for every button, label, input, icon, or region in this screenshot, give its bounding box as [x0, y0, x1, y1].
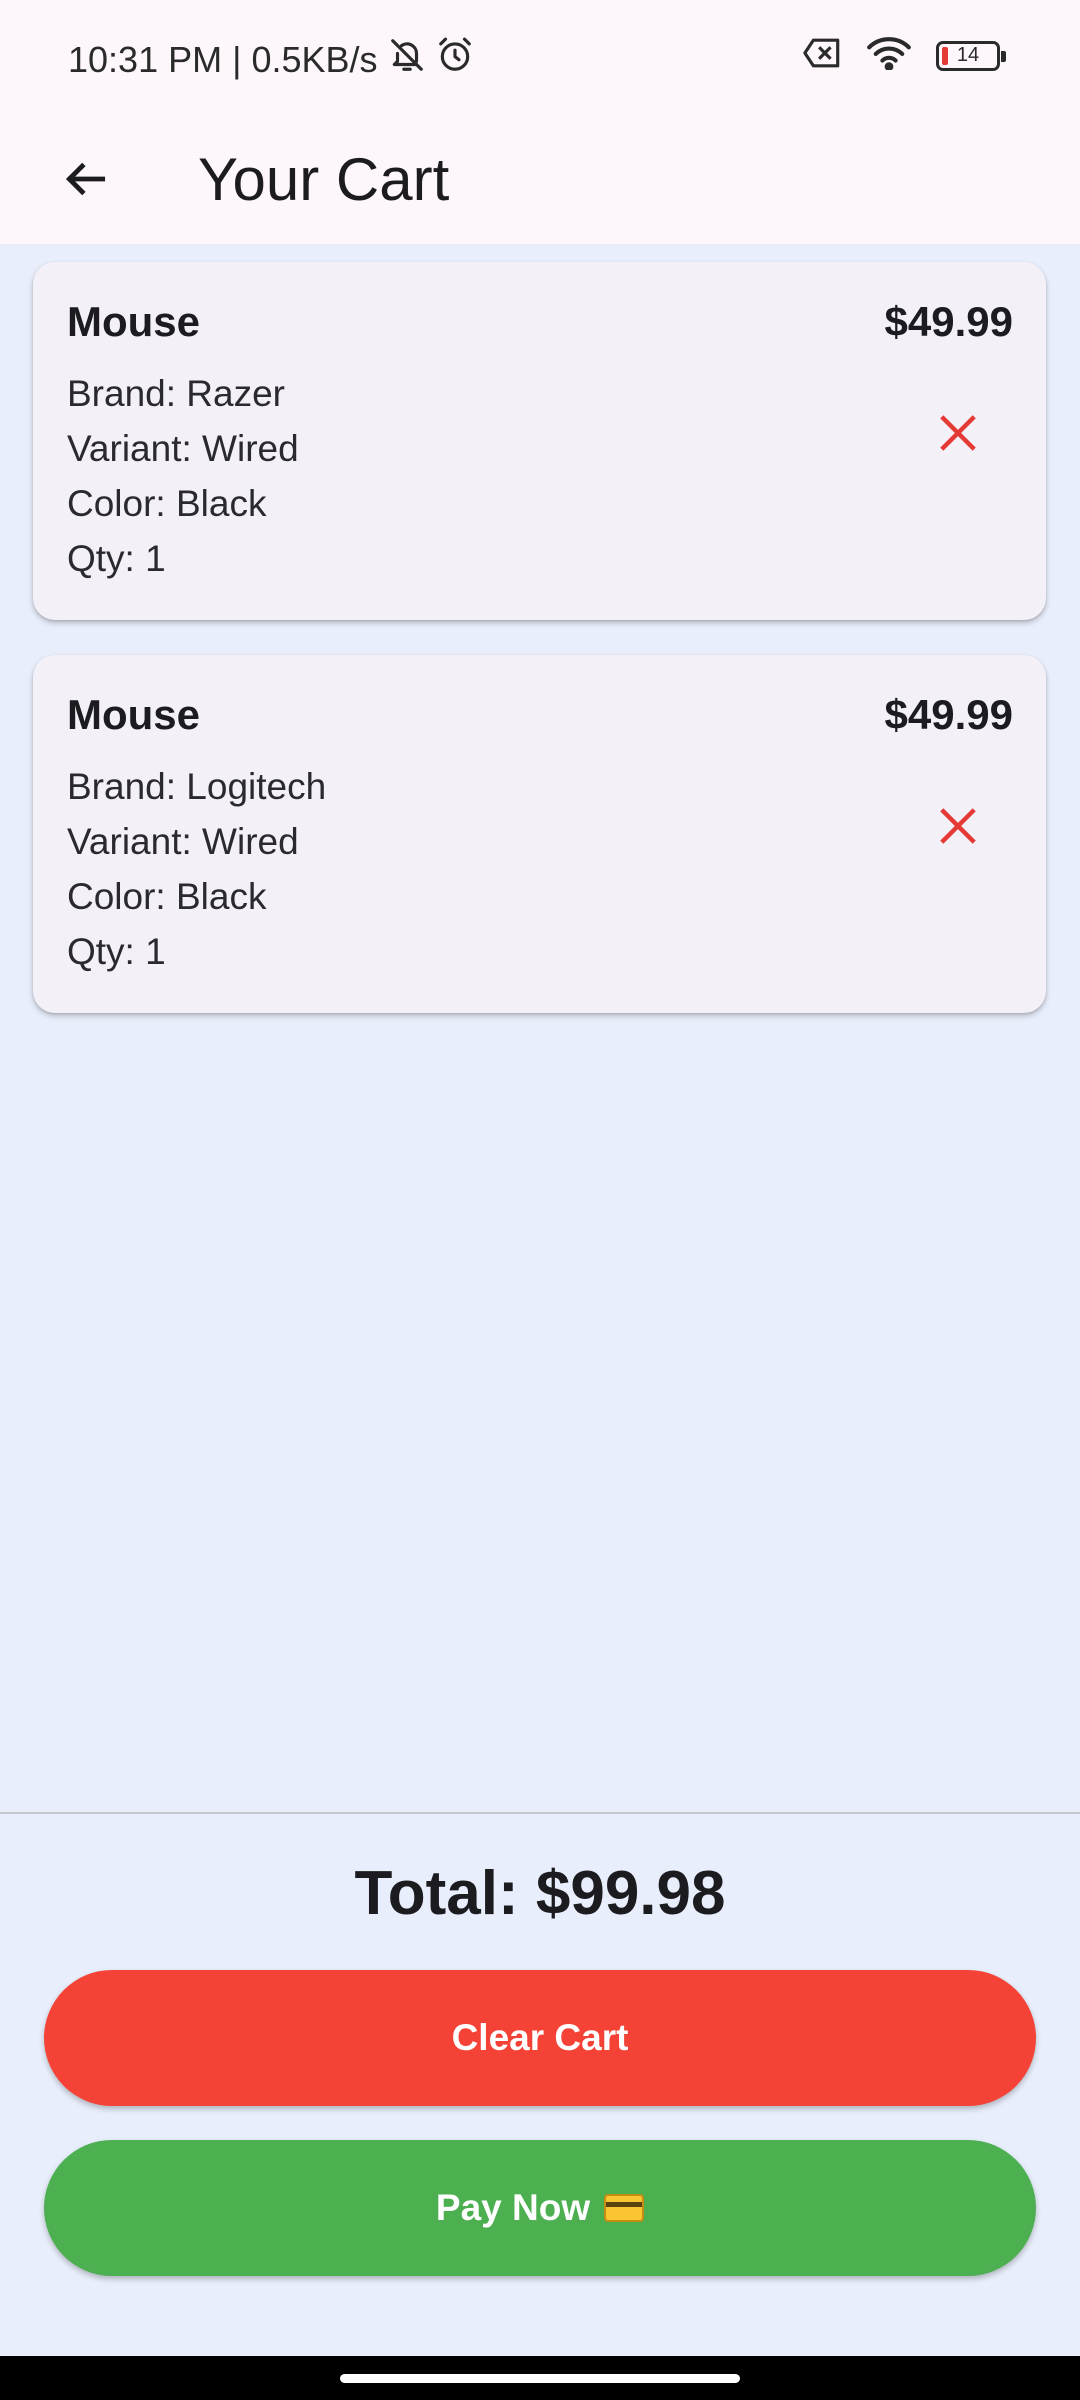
alarm-icon: [436, 36, 474, 83]
item-name: Mouse: [67, 298, 201, 345]
status-time-network: 10:31 PM | 0.5KB/s: [68, 38, 378, 80]
item-qty: Qty: 1: [67, 538, 166, 579]
item-price: $49.99: [884, 691, 1013, 738]
cart-total: Total: $99.98: [354, 1859, 726, 1928]
item-color: Color: Black: [67, 876, 267, 917]
close-icon: [936, 804, 980, 853]
wifi-icon: [866, 36, 912, 75]
bell-off-icon: [388, 36, 426, 83]
divider: [0, 1812, 1080, 1814]
home-indicator[interactable]: [340, 2374, 740, 2383]
item-details: Brand: Razer Variant: Wired Color: Black…: [67, 366, 299, 586]
item-variant: Variant: Wired: [67, 821, 299, 862]
app-bar: Your Cart: [0, 118, 1080, 244]
battery-icon: 14: [936, 40, 1006, 71]
system-nav-bar: [0, 2356, 1080, 2400]
cart-list: Mouse Brand: Razer Variant: Wired Color:…: [33, 262, 1046, 1048]
remove-item-button[interactable]: [913, 783, 1003, 873]
status-bar: 10:31 PM | 0.5KB/s 14: [0, 0, 1080, 118]
item-name: Mouse: [67, 691, 201, 738]
close-icon: [936, 411, 980, 460]
cart-item: Mouse Brand: Logitech Variant: Wired Col…: [33, 655, 1046, 1013]
back-button[interactable]: [36, 131, 136, 231]
clear-cart-button[interactable]: Clear Cart: [44, 1970, 1036, 2106]
sim-off-icon: [802, 37, 842, 74]
item-color: Color: Black: [67, 483, 267, 524]
item-brand: Brand: Logitech: [67, 766, 327, 807]
remove-item-button[interactable]: [913, 390, 1003, 480]
credit-card-icon: [604, 2194, 645, 2222]
item-price: $49.99: [884, 298, 1013, 345]
item-details: Brand: Logitech Variant: Wired Color: Bl…: [67, 759, 326, 979]
clear-cart-label: Clear Cart: [451, 2017, 629, 2058]
page-title: Your Cart: [198, 146, 450, 213]
status-left: 10:31 PM | 0.5KB/s: [68, 36, 474, 83]
item-variant: Variant: Wired: [67, 428, 299, 469]
cart-item: Mouse Brand: Razer Variant: Wired Color:…: [33, 262, 1046, 620]
battery-level: 14: [956, 44, 980, 66]
pay-now-label: Pay Now: [435, 2187, 591, 2228]
arrow-left-icon: [61, 154, 111, 209]
item-qty: Qty: 1: [67, 931, 166, 972]
status-right: 14: [802, 36, 1006, 75]
pay-now-button[interactable]: Pay Now: [44, 2140, 1036, 2276]
item-brand: Brand: Razer: [67, 373, 285, 414]
